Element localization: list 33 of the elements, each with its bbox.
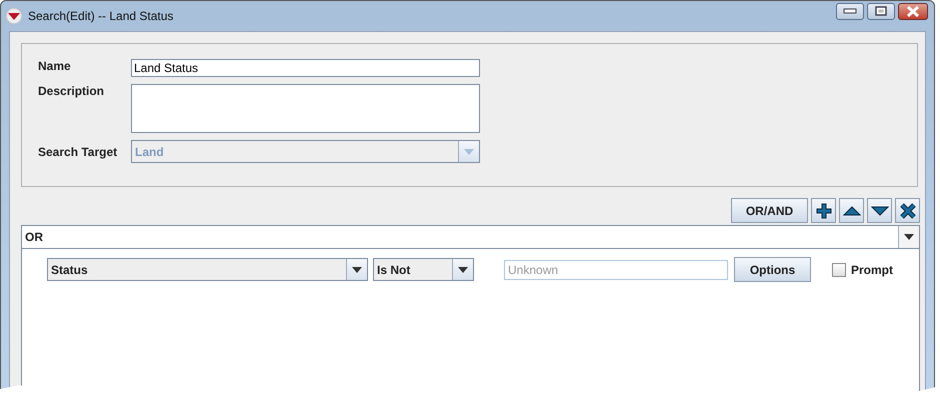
description-field[interactable] xyxy=(131,84,480,133)
maximize-button[interactable] xyxy=(867,2,895,20)
maximize-icon xyxy=(875,6,887,16)
delete-icon xyxy=(900,202,916,218)
window-title: Search(Edit) -- Land Status xyxy=(28,9,174,23)
plus-icon xyxy=(816,202,832,218)
field-dropdown[interactable]: Status xyxy=(47,258,368,281)
move-down-button[interactable] xyxy=(867,198,892,223)
value-field[interactable]: Unknown xyxy=(504,260,728,280)
minimize-icon xyxy=(843,8,857,14)
dropdown-arrow-icon xyxy=(464,148,474,154)
field-label: Search Target xyxy=(38,144,118,158)
close-icon xyxy=(906,6,920,16)
field-label: Name xyxy=(38,59,72,73)
app-icon xyxy=(6,8,22,24)
comparison-dropdown[interactable]: Is Not xyxy=(373,258,474,281)
close-button[interactable] xyxy=(898,2,928,20)
dropdown-arrow-icon xyxy=(458,266,468,272)
delete-button[interactable] xyxy=(895,198,920,223)
up-triangle-icon xyxy=(842,206,860,216)
dropdown-arrow-icon xyxy=(352,266,362,272)
options-button[interactable]: Options xyxy=(734,257,811,282)
add-button[interactable] xyxy=(811,198,836,223)
prompt-checkbox[interactable] xyxy=(832,262,846,276)
down-triangle-icon xyxy=(870,206,888,216)
move-up-button[interactable] xyxy=(839,198,864,223)
dropdown-arrow-icon xyxy=(904,234,914,240)
operator-dropdown[interactable]: OR xyxy=(21,225,920,249)
checkbox-label: Prompt xyxy=(851,262,893,276)
minimize-button[interactable] xyxy=(836,2,864,20)
or-and-button[interactable]: OR/AND xyxy=(731,198,808,223)
name-field[interactable]: Land Status xyxy=(131,59,480,77)
field-label: Description xyxy=(38,84,106,98)
